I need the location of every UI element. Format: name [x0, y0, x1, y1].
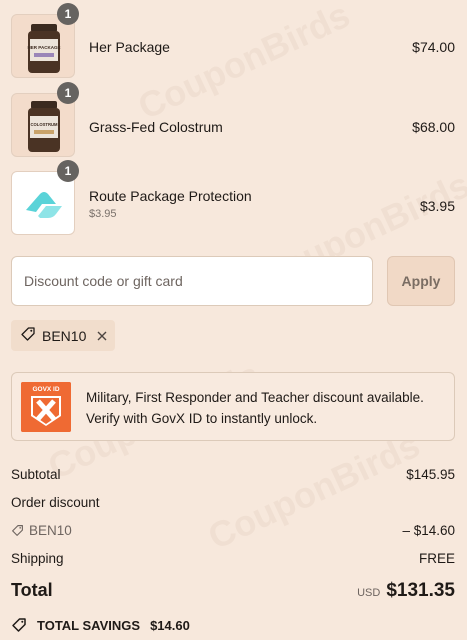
item-price: $74.00 [412, 39, 455, 55]
item-name: Grass-Fed Colostrum [89, 119, 223, 135]
quantity-badge: 1 [57, 160, 79, 182]
applied-code-label: BEN10 [42, 327, 87, 344]
item-name: Her Package [89, 39, 170, 55]
govx-message: Military, First Responder and Teacher di… [86, 390, 424, 426]
line-item: 1 Route Package Protection $3.95 $3.95 [11, 160, 455, 237]
thumb-label: HER PACKAGE [28, 45, 61, 50]
apply-button[interactable]: Apply [387, 256, 455, 306]
total-savings: TOTAL SAVINGS $14.60 [11, 617, 190, 633]
subtotal-value: $145.95 [406, 467, 455, 482]
close-icon [97, 331, 107, 340]
currency-code: USD [357, 587, 381, 599]
discount-code-input[interactable] [11, 256, 373, 306]
tag-icon [20, 326, 36, 345]
tag-icon [12, 525, 23, 536]
total-row: Total USD $131.35 [11, 580, 455, 606]
discount-code-line: BEN10 [11, 523, 72, 538]
line-item: HER PACKAGE 1 Her Package $74.00 [11, 3, 455, 80]
subtotal-label: Subtotal [11, 467, 61, 482]
discount-value: – $14.60 [402, 523, 455, 538]
savings-label: TOTAL SAVINGS [37, 617, 141, 633]
thumb-label: COLOSTRUM [31, 122, 58, 127]
total-label: Total [11, 580, 53, 600]
quantity-badge: 1 [57, 82, 79, 104]
quantity-badge: 1 [57, 3, 79, 25]
savings-value: $14.60 [150, 617, 190, 633]
shipping-value: FREE [418, 551, 455, 566]
govx-logo-text: GOVX ID [32, 386, 59, 393]
remove-code-button[interactable] [96, 330, 108, 342]
shipping-label: Shipping [11, 551, 64, 566]
discount-code-text: BEN10 [29, 523, 72, 538]
order-discount-label: Order discount [11, 495, 100, 510]
item-price: $68.00 [412, 119, 455, 135]
applied-discount-chip: BEN10 [11, 320, 115, 351]
total-amount-group: USD $131.35 [357, 580, 455, 602]
line-item: COLOSTRUM 1 Grass-Fed Colostrum $68.00 [11, 82, 455, 159]
tag-icon [12, 618, 26, 632]
item-price: $3.95 [419, 198, 455, 214]
total-amount: $131.35 [386, 580, 455, 601]
item-name: Route Package Protection [89, 188, 252, 204]
govx-logo-icon: GOVX ID [21, 382, 71, 432]
item-subtitle: $3.95 [89, 208, 117, 220]
watermark: CouponBirds [201, 423, 426, 558]
govx-banner[interactable]: GOVX ID Military, First Responder and Te… [11, 372, 455, 441]
